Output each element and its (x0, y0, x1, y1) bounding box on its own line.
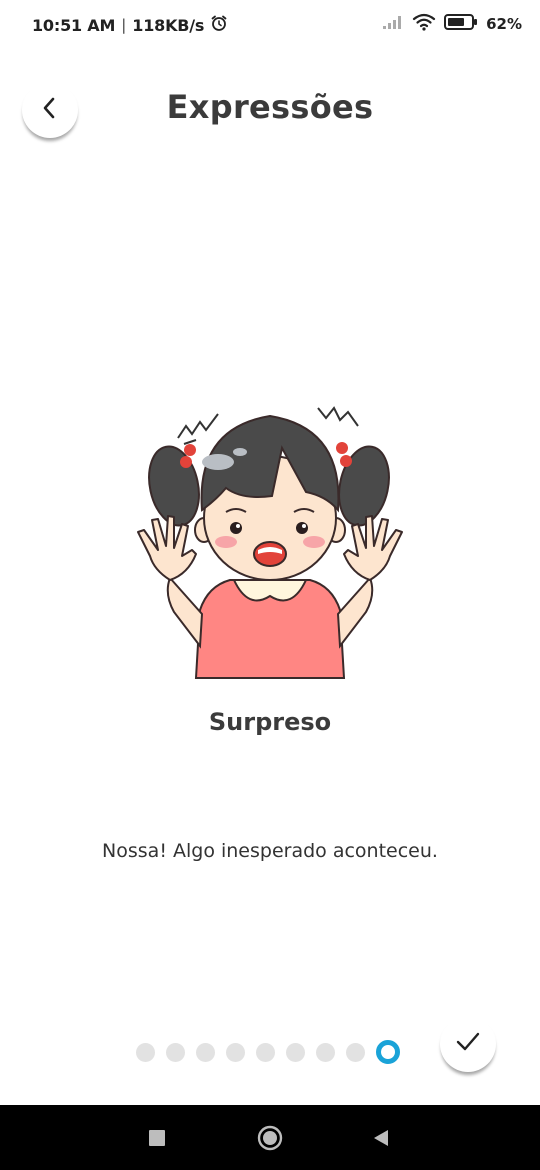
status-time: 10:51 AM (32, 15, 116, 35)
home-circle-icon[interactable] (257, 1125, 283, 1151)
page-dot[interactable] (136, 1042, 155, 1062)
status-right: 62% (382, 13, 522, 35)
check-icon (455, 1031, 481, 1057)
wifi-icon (412, 13, 436, 35)
page-dot[interactable] (286, 1042, 305, 1062)
page-dot[interactable] (196, 1042, 215, 1062)
surprised-girl-illustration (130, 400, 410, 680)
status-separator: | (121, 16, 127, 34)
page-dot[interactable] (226, 1042, 245, 1062)
confirm-button[interactable] (440, 1016, 496, 1072)
recents-square-icon[interactable] (144, 1125, 170, 1151)
page-dot-active[interactable] (376, 1040, 400, 1064)
signal-icon (382, 14, 404, 34)
page-dot[interactable] (256, 1042, 275, 1062)
navigation-bar (0, 1105, 540, 1170)
status-left: 10:51 AM | 118KB/s (32, 14, 228, 36)
expression-description: Nossa! Algo inesperado aconteceu. (102, 840, 438, 862)
status-bar: 10:51 AM | 118KB/s 62% (0, 0, 540, 50)
page-title: Expressões (166, 88, 374, 126)
back-triangle-icon[interactable] (368, 1125, 394, 1151)
network-speed: 118KB/s (132, 15, 205, 35)
expression-name: Surpreso (208, 708, 332, 736)
battery-percent: 62% (486, 15, 522, 33)
pagination (136, 1040, 400, 1064)
page-dot[interactable] (346, 1042, 365, 1062)
alarm-icon (210, 14, 228, 36)
page-dot[interactable] (316, 1042, 335, 1062)
screen: 10:51 AM | 118KB/s 62% Expressões Surpre… (0, 0, 540, 1170)
page-dot[interactable] (166, 1042, 185, 1062)
battery-icon (444, 13, 478, 35)
